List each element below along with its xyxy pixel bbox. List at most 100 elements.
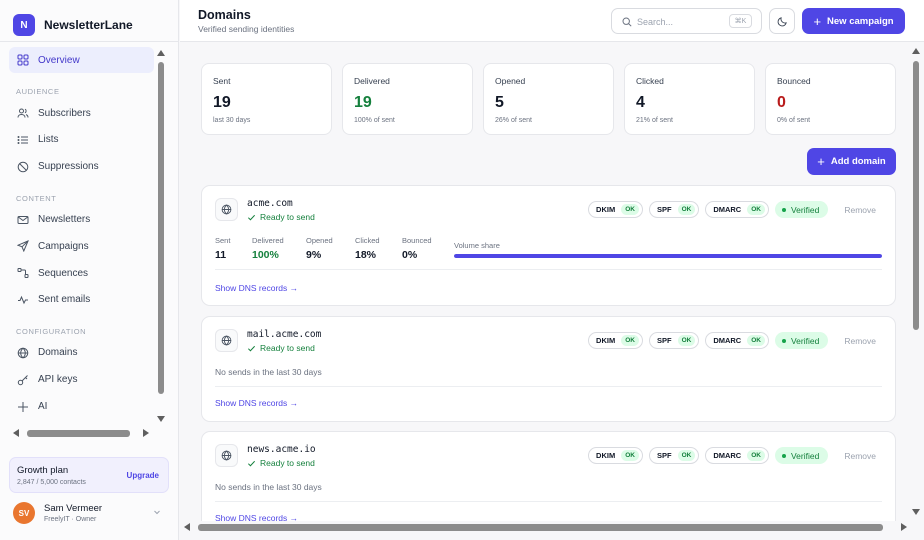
upgrade-link[interactable]: Upgrade — [127, 471, 159, 480]
domain-icon — [215, 444, 238, 467]
domain-name: news.acme.io — [247, 444, 316, 455]
metric-value: 11 — [215, 249, 227, 261]
brand[interactable]: N NewsletterLane — [13, 14, 133, 36]
verified-badge: Verified — [774, 201, 829, 218]
sidebar-item-label: Newsletters — [38, 214, 91, 226]
search-icon — [622, 17, 632, 27]
show-dns-records-link[interactable]: Show DNS records → — [215, 398, 298, 408]
scrollbar-thumb[interactable] — [27, 430, 130, 437]
domain-icon — [215, 198, 238, 221]
sidebar-item-label: AI — [38, 401, 48, 413]
dmarc-badge: DMARC OK — [705, 332, 769, 349]
chevron-down-icon — [154, 510, 160, 515]
add-domain-button[interactable]: + Add domain — [807, 148, 896, 175]
sidebar-item-suppressions[interactable]: Suppressions — [9, 154, 154, 180]
activity-icon — [18, 295, 28, 305]
stat-value: 0 — [777, 94, 786, 111]
record-name: SPF — [656, 451, 672, 460]
record-state: OK — [677, 450, 696, 461]
mail-icon — [17, 215, 29, 224]
sidebar-item-sent-emails[interactable]: Sent emails — [9, 287, 154, 313]
record-state: OK — [677, 204, 696, 215]
user-menu[interactable]: SV Sam Vermeer FreelyIT · Owner — [13, 501, 165, 525]
sidebar-item-sequences[interactable]: Sequences — [9, 260, 154, 286]
stat-value: 5 — [495, 94, 504, 111]
record-name: DMARC — [713, 336, 742, 345]
ban-icon — [17, 161, 29, 172]
send-icon — [17, 240, 29, 253]
grid-icon — [17, 54, 29, 66]
scroll-up-arrow-icon[interactable] — [157, 50, 165, 56]
domain-card: acme.com Ready to send DKIM OK SPF OK DMAR… — [201, 185, 896, 306]
new-campaign-button[interactable]: + New campaign — [802, 8, 905, 34]
domain-status: Ready to send — [247, 458, 315, 468]
add-domain-label: Add domain — [830, 156, 886, 167]
plus-icon: + — [817, 154, 825, 169]
record-state: OK — [621, 204, 639, 215]
sidebar-item-ai[interactable]: AI — [9, 394, 154, 417]
search-input[interactable]: Search... ⌘K — [611, 8, 762, 34]
stat-sub: 0% of sent — [777, 117, 811, 124]
remove-button[interactable]: Remove — [838, 205, 878, 215]
sparkle-icon — [18, 401, 28, 412]
metric-label: Opened — [306, 236, 333, 245]
main-horizontal-scrollbar[interactable] — [180, 521, 911, 533]
brand-logo: N — [13, 14, 35, 36]
volume-share-fill — [454, 254, 882, 258]
check-icon — [247, 460, 256, 466]
sidebar-item-lists[interactable]: Lists — [9, 127, 154, 153]
nav-section-audience: AUDIENCE — [16, 87, 60, 96]
metric-delivered: Delivered 100% — [252, 236, 284, 261]
scroll-up-arrow-icon[interactable] — [912, 48, 920, 54]
metric-label: Bounced — [402, 236, 432, 245]
main-content: Sent 19 last 30 days Delivered 19 100% o… — [180, 43, 911, 521]
verified-badge: Verified — [774, 332, 829, 349]
record-name: DMARC — [713, 205, 742, 214]
user-name: Sam Vermeer — [44, 503, 103, 514]
search-shortcut: ⌘K — [729, 14, 752, 28]
volume-share-bar — [454, 254, 882, 258]
main-vertical-scrollbar[interactable] — [911, 43, 921, 521]
stat-label: Sent — [213, 76, 231, 86]
sidebar-item-overview[interactable]: Overview — [9, 47, 154, 73]
nav-section-content: CONTENT — [16, 193, 57, 203]
sidebar-item-api-keys[interactable]: API keys — [9, 367, 154, 393]
stat-label: Clicked — [636, 76, 664, 86]
metric-label: Sent — [215, 236, 231, 245]
metric-label: Delivered — [252, 236, 284, 245]
remove-button[interactable]: Remove — [838, 336, 878, 346]
scroll-down-arrow-icon[interactable] — [157, 416, 165, 422]
scroll-left-arrow-icon[interactable] — [13, 429, 19, 437]
scrollbar-thumb[interactable] — [913, 61, 919, 330]
sidebar-horizontal-scrollbar[interactable] — [10, 428, 155, 438]
scrollbar-thumb[interactable] — [198, 524, 883, 531]
scroll-down-arrow-icon[interactable] — [912, 509, 920, 515]
user-role: FreelyIT · Owner — [44, 516, 97, 523]
stat-label: Delivered — [354, 76, 390, 86]
remove-button[interactable]: Remove — [838, 451, 878, 461]
sidebar-item-campaigns[interactable]: Campaigns — [9, 233, 154, 259]
show-dns-records-link[interactable]: Show DNS records → — [215, 283, 298, 293]
status-dot-icon — [781, 453, 786, 458]
stat-value: 4 — [636, 94, 645, 111]
sidebar-item-domains[interactable]: Domains — [9, 340, 154, 366]
sidebar-item-newsletters[interactable]: Newsletters — [9, 207, 154, 233]
sidebar-item-label: Domains — [38, 347, 78, 359]
sidebar: N NewsletterLane Overview AUDIENCE Subsc… — [0, 0, 179, 540]
scroll-right-arrow-icon[interactable] — [143, 429, 149, 437]
sidebar-item-subscribers[interactable]: Subscribers — [9, 100, 154, 126]
stat-sub: 21% of sent — [636, 117, 673, 124]
sidebar-item-label: Lists — [38, 134, 59, 146]
sidebar-vertical-scrollbar[interactable] — [157, 50, 165, 426]
globe-icon — [221, 204, 232, 215]
record-badges: DKIM OK SPF OK DMARC OK Verified Remove — [588, 201, 878, 218]
scroll-left-arrow-icon[interactable] — [184, 523, 190, 531]
domain-status: Ready to send — [247, 343, 315, 353]
sidebar-divider — [0, 41, 178, 42]
spf-badge: SPF OK — [648, 447, 700, 464]
scrollbar-thumb[interactable] — [158, 62, 164, 394]
scroll-right-arrow-icon[interactable] — [901, 523, 907, 531]
spf-badge: SPF OK — [648, 201, 700, 218]
show-dns-records-link[interactable]: Show DNS records → — [215, 513, 298, 521]
theme-toggle-button[interactable] — [769, 8, 795, 34]
